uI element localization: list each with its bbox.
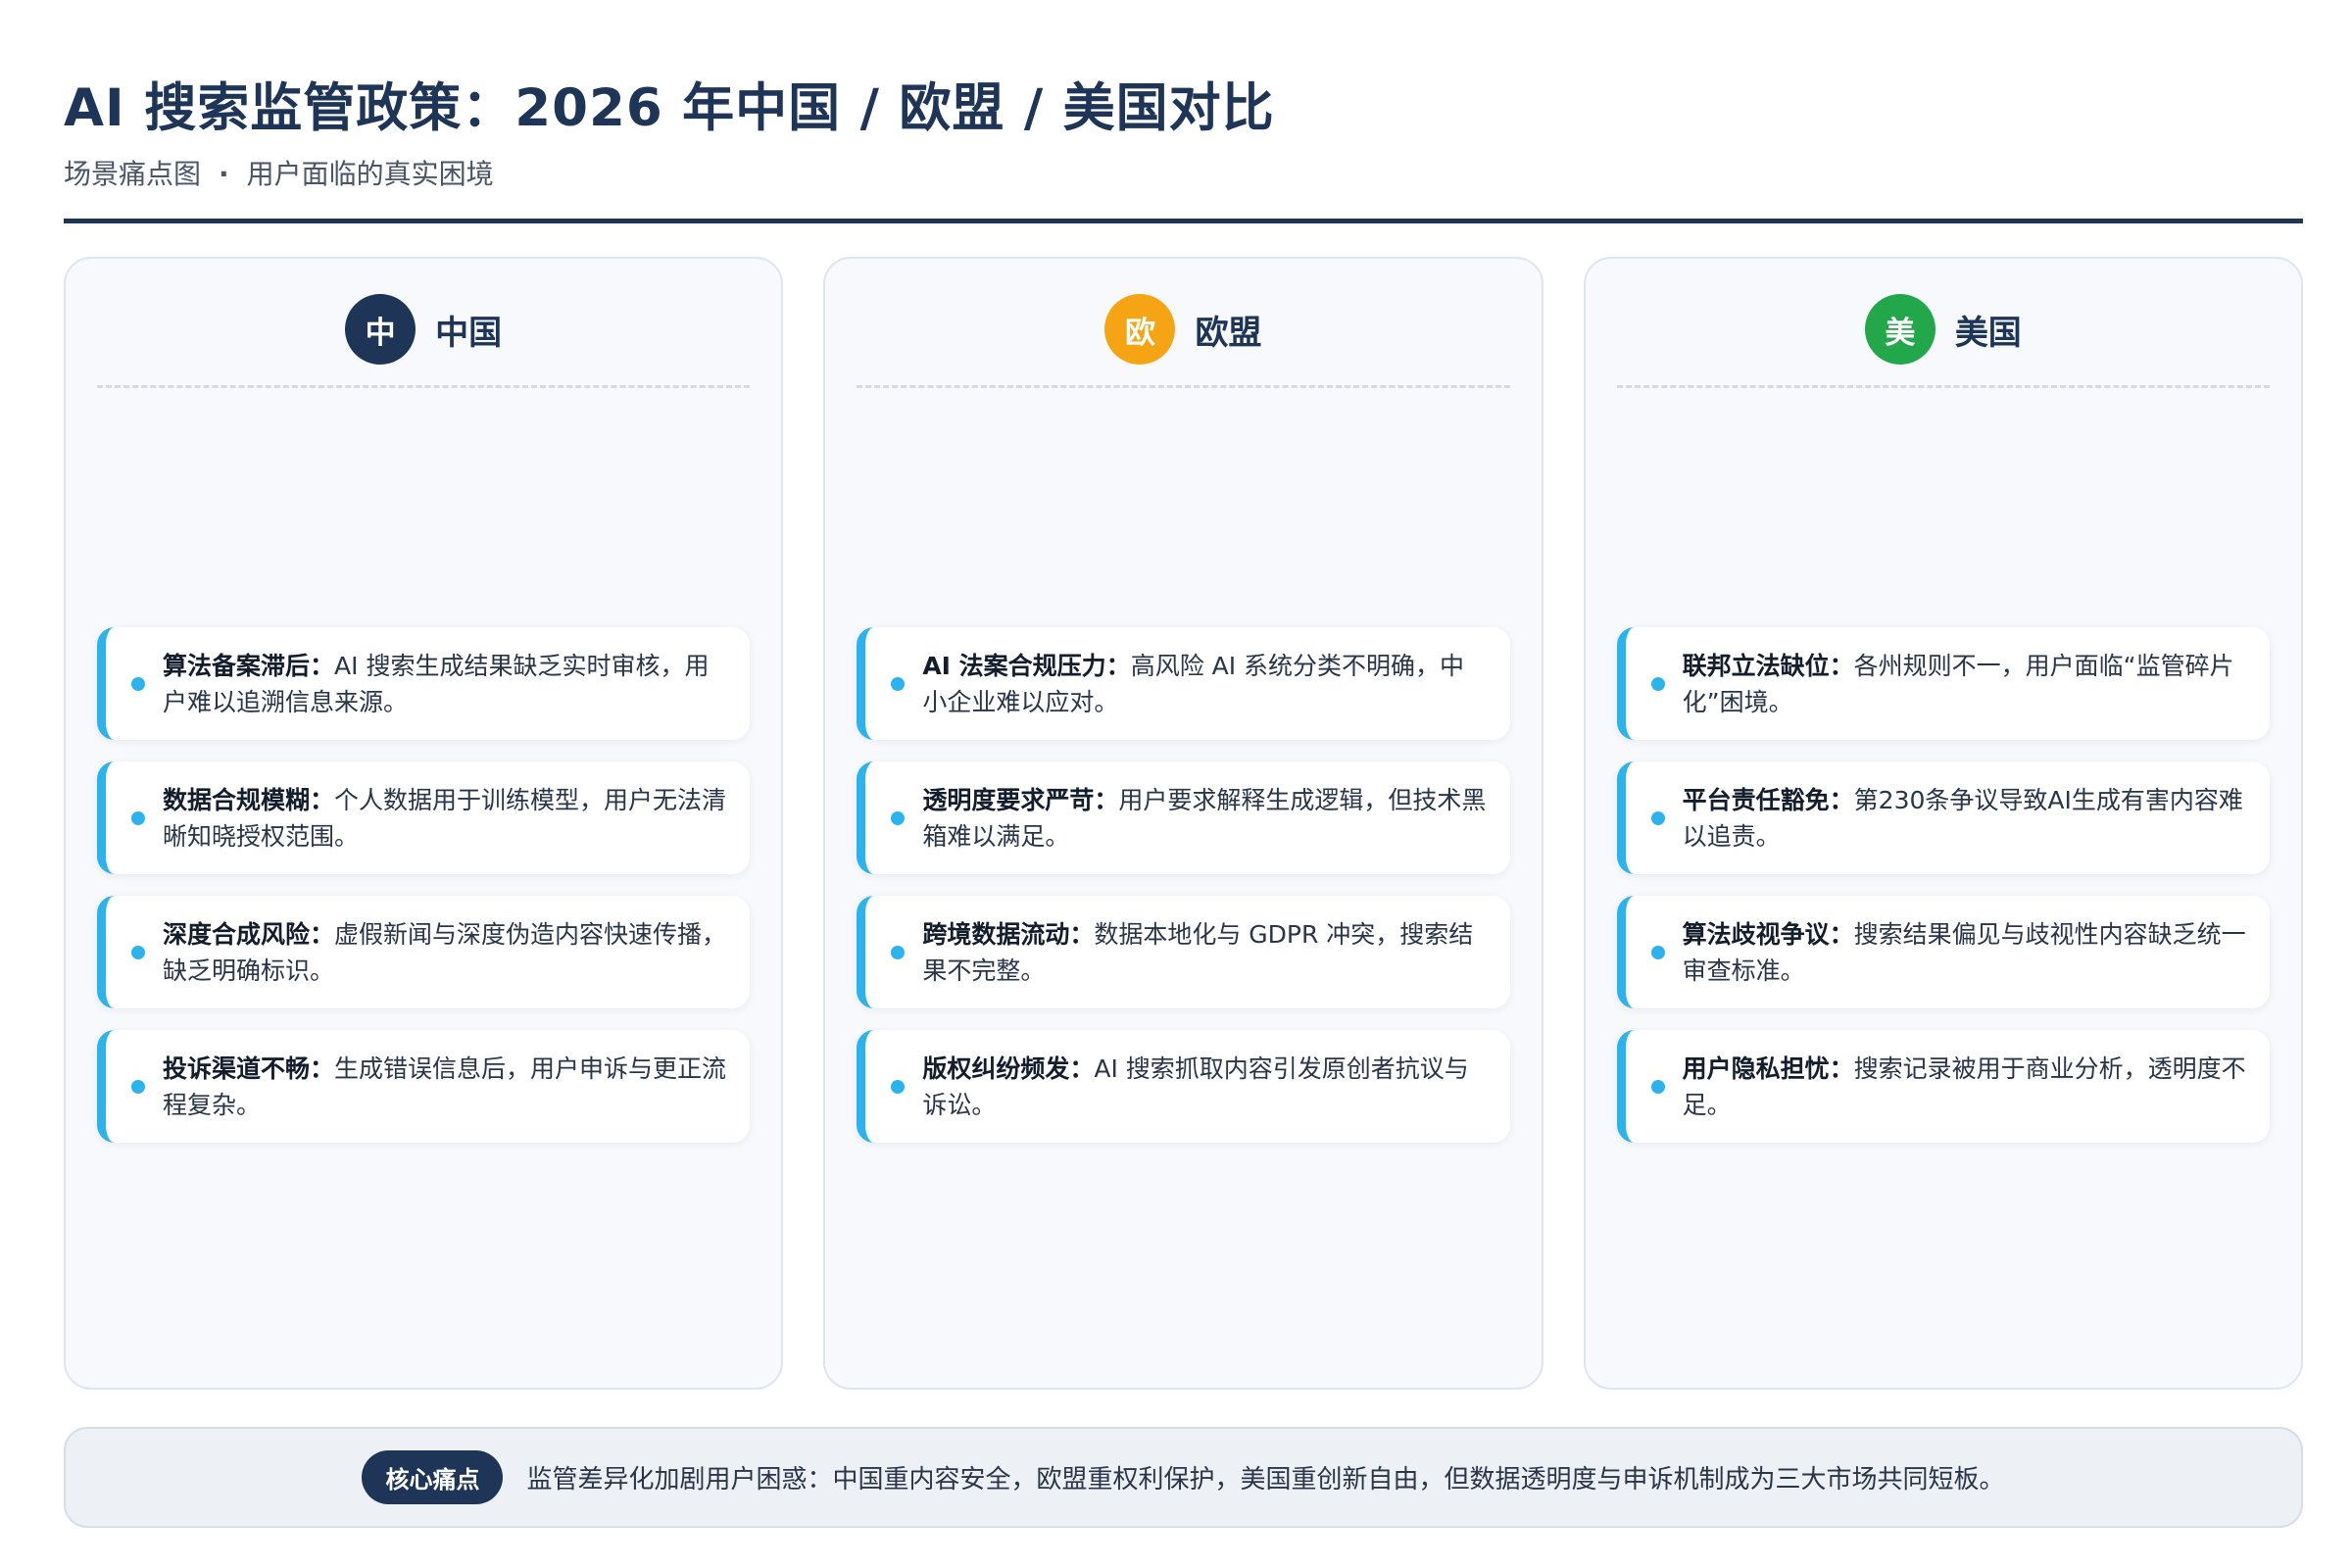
subtitle-separator: ·	[219, 158, 229, 190]
bullet-dot-icon	[131, 945, 145, 959]
pain-point-card: 版权纠纷频发：AI 搜索抓取内容引发原创者抗议与诉讼。	[857, 1030, 1510, 1143]
pain-point-card: 投诉渠道不畅：生成错误信息后，用户申诉与更正流程复杂。	[97, 1030, 751, 1143]
region-name: 美国	[1954, 313, 2022, 353]
pain-point-label: 版权纠纷频发：	[922, 1054, 1095, 1083]
column-china: 中 中国 算法备案滞后：AI 搜索生成结果缺乏实时审核，用户难以追溯信息来源。 …	[64, 257, 784, 1390]
pain-point-label: 用户隐私担忧：	[1682, 1054, 1854, 1083]
pain-point-label: 算法备案滞后：	[163, 651, 335, 680]
dashed-divider	[97, 385, 751, 388]
region-name: 中国	[435, 313, 503, 353]
page: AI 搜索监管政策：2026 年中国 / 欧盟 / 美国对比 场景痛点图 · 用…	[0, 0, 2352, 1568]
pain-point-label: 投诉渠道不畅：	[163, 1054, 335, 1083]
pain-point-label: AI 法案合规压力：	[922, 651, 1131, 680]
header: AI 搜索监管政策：2026 年中国 / 欧盟 / 美国对比 场景痛点图 · 用…	[64, 76, 2303, 192]
bullet-dot-icon	[131, 676, 145, 691]
pain-point-label: 联邦立法缺位：	[1682, 651, 1854, 680]
region-name: 欧盟	[1195, 313, 1262, 353]
pain-point-card: AI 法案合规压力：高风险 AI 系统分类不明确，中小企业难以应对。	[857, 627, 1510, 740]
pain-point-list: 算法备案滞后：AI 搜索生成结果缺乏实时审核，用户难以追溯信息来源。 数据合规模…	[97, 627, 751, 1143]
pain-point-card: 跨境数据流动：数据本地化与 GDPR 冲突，搜索结果不完整。	[857, 896, 1510, 1008]
pain-point-list: 联邦立法缺位：各州规则不一，用户面临“监管碎片化”困境。 平台责任豁免：第230…	[1616, 627, 2270, 1143]
bullet-dot-icon	[1650, 1079, 1665, 1094]
pain-point-card: 透明度要求严苛：用户要求解释生成逻辑，但技术黑箱难以满足。	[857, 761, 1510, 874]
bullet-dot-icon	[1650, 676, 1665, 691]
pain-point-label: 透明度要求严苛：	[922, 785, 1119, 814]
page-title: AI 搜索监管政策：2026 年中国 / 欧盟 / 美国对比	[64, 78, 1275, 138]
dashed-divider	[1616, 385, 2270, 388]
bullet-dot-icon	[891, 1079, 906, 1094]
region-columns: 中 中国 算法备案滞后：AI 搜索生成结果缺乏实时审核，用户难以追溯信息来源。 …	[64, 257, 2303, 1390]
pain-point-card: 联邦立法缺位：各州规则不一，用户面临“监管碎片化”困境。	[1616, 627, 2270, 740]
pain-point-card: 算法歧视争议：搜索结果偏见与歧视性内容缺乏统一审查标准。	[1616, 896, 2270, 1008]
bullet-dot-icon	[131, 1079, 145, 1094]
pain-point-label: 平台责任豁免：	[1682, 785, 1854, 814]
pain-point-card: 用户隐私担忧：搜索记录被用于商业分析，透明度不足。	[1616, 1030, 2270, 1143]
bullet-dot-icon	[1650, 945, 1665, 959]
subtitle-right: 用户面临的真实困境	[246, 158, 494, 190]
core-pain-text: 监管差异化加剧用户困惑：中国重内容安全，欧盟重权利保护，美国重创新自由，但数据透…	[526, 1465, 2005, 1494]
pain-point-label: 跨境数据流动：	[922, 919, 1095, 949]
pain-point-card: 平台责任豁免：第230条争议导致AI生成有害内容难以追责。	[1616, 761, 2270, 874]
pain-point-card: 数据合规模糊：个人数据用于训练模型，用户无法清晰知晓授权范围。	[97, 761, 751, 874]
core-pain-tag: 核心痛点	[362, 1450, 504, 1504]
pain-point-label: 数据合规模糊：	[163, 785, 335, 814]
pain-point-card: 算法备案滞后：AI 搜索生成结果缺乏实时审核，用户难以追溯信息来源。	[97, 627, 751, 740]
column-header: 美 美国	[1586, 294, 2301, 365]
bullet-dot-icon	[131, 810, 145, 825]
column-header: 中 中国	[66, 294, 781, 365]
dashed-divider	[857, 385, 1510, 388]
region-badge-china: 中	[345, 294, 416, 365]
core-pain-summary: 核心痛点 监管差异化加剧用户困惑：中国重内容安全，欧盟重权利保护，美国重创新自由…	[64, 1427, 2303, 1528]
column-us: 美 美国 联邦立法缺位：各州规则不一，用户面临“监管碎片化”困境。 平台责任豁免…	[1583, 257, 2303, 1390]
bullet-dot-icon	[891, 676, 906, 691]
bullet-dot-icon	[1650, 810, 1665, 825]
region-badge-us: 美	[1864, 294, 1936, 365]
column-header: 欧 欧盟	[825, 294, 1541, 365]
pain-point-list: AI 法案合规压力：高风险 AI 系统分类不明确，中小企业难以应对。 透明度要求…	[857, 627, 1510, 1143]
column-eu: 欧 欧盟 AI 法案合规压力：高风险 AI 系统分类不明确，中小企业难以应对。 …	[823, 257, 1544, 1390]
bullet-dot-icon	[891, 945, 906, 959]
header-divider	[64, 219, 2303, 223]
region-badge-eu: 欧	[1104, 294, 1176, 365]
page-subtitle: 场景痛点图 · 用户面临的真实困境	[64, 157, 2303, 192]
pain-point-label: 算法歧视争议：	[1682, 919, 1854, 949]
pain-point-label: 深度合成风险：	[163, 919, 335, 949]
bullet-dot-icon	[891, 810, 906, 825]
subtitle-left: 场景痛点图	[64, 158, 202, 190]
pain-point-card: 深度合成风险：虚假新闻与深度伪造内容快速传播，缺乏明确标识。	[97, 896, 751, 1008]
